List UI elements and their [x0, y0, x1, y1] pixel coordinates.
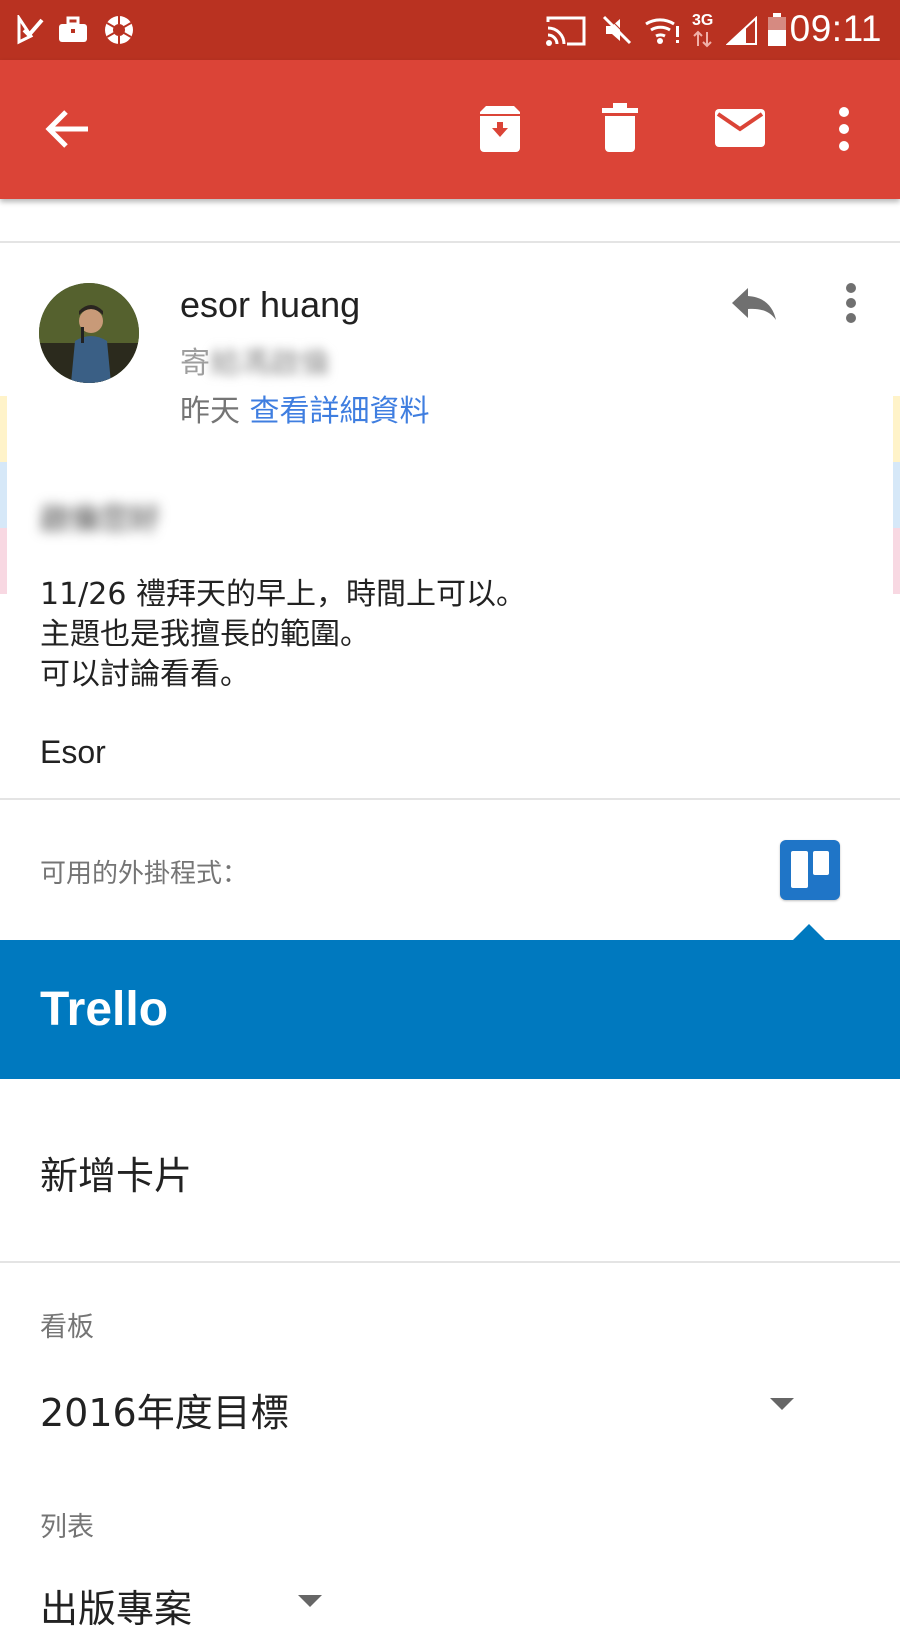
list-label: 列表: [40, 1512, 94, 1543]
recipient-line: 寄給馮啟倫: [180, 338, 330, 382]
task-icon: [17, 15, 44, 45]
selected-addon-pointer: [793, 924, 825, 940]
message-more-icon[interactable]: [844, 282, 858, 324]
data-arrows-icon: [693, 30, 712, 48]
edge-accent: [0, 528, 7, 594]
reply-icon[interactable]: [730, 286, 778, 322]
app-bar: [0, 60, 900, 199]
chevron-down-icon[interactable]: [298, 1595, 322, 1607]
edge-accent: [0, 396, 7, 462]
trello-header: Trello: [0, 940, 900, 1079]
briefcase-icon: [59, 16, 87, 42]
date-line: 昨天 查看詳細資料: [180, 386, 430, 430]
avatar[interactable]: [39, 283, 139, 383]
status-bar: 3G 09:11: [0, 0, 900, 60]
divider: [0, 1261, 900, 1263]
add-card-label: 新增卡片: [40, 1154, 193, 1198]
board-select[interactable]: 2016年度目標: [40, 1382, 289, 1437]
battery-icon: [768, 13, 786, 46]
edge-accent: [893, 396, 900, 462]
mute-icon: [602, 14, 632, 45]
mark-unread-icon[interactable]: [714, 108, 766, 148]
delete-icon[interactable]: [600, 102, 640, 154]
wifi-icon: [645, 18, 679, 44]
divider: [0, 241, 900, 243]
clock: 09:11: [789, 8, 882, 49]
board-label: 看板: [40, 1312, 94, 1343]
greeting: 啟倫您好: [40, 502, 160, 537]
chevron-down-icon[interactable]: [770, 1398, 794, 1410]
more-vert-icon[interactable]: [836, 106, 852, 152]
signal-icon: [726, 16, 757, 45]
network-type-label: 3G: [692, 12, 714, 29]
edge-accent: [893, 528, 900, 594]
sender-name: esor huang: [180, 284, 361, 325]
cast-icon: [546, 16, 586, 46]
recipient-prefix: 寄: [180, 346, 210, 381]
email-body: 11/26 禮拜天的早上，時間上可以。 主題也是我擅長的範圍。 可以討論看看。: [40, 577, 526, 692]
camera-shutter-icon: [105, 16, 133, 44]
edge-accent: [0, 462, 7, 528]
signature: Esor: [40, 734, 106, 770]
divider: [0, 798, 900, 800]
addons-label: 可用的外掛程式：: [40, 859, 249, 889]
view-details-link[interactable]: 查看詳細資料: [250, 394, 430, 429]
trello-title: Trello: [40, 983, 169, 1036]
trello-logo-icon[interactable]: [780, 840, 840, 900]
back-arrow-icon[interactable]: [44, 108, 90, 150]
edge-accent: [893, 462, 900, 528]
avatar-photo: [39, 283, 139, 383]
recipient-name: 給馮啟倫: [210, 346, 330, 381]
list-select[interactable]: 出版專案: [40, 1578, 192, 1633]
email-date: 昨天: [180, 394, 240, 429]
archive-icon[interactable]: [476, 104, 524, 154]
